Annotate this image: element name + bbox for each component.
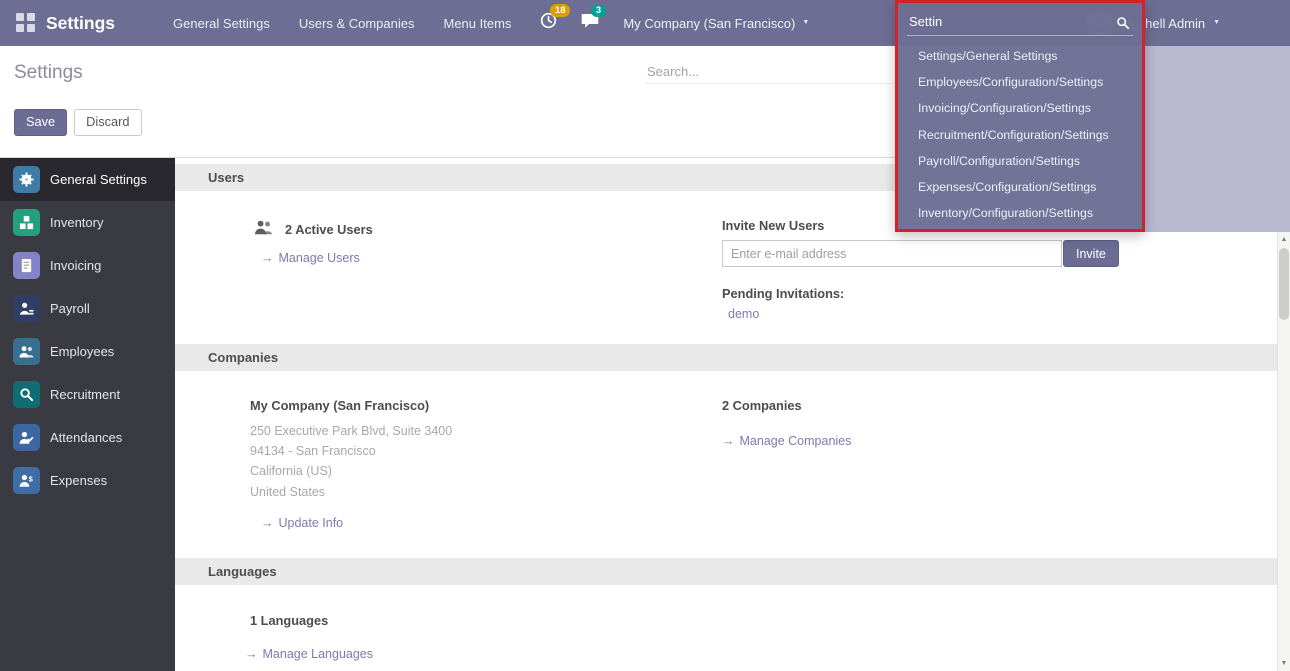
vertical-scrollbar[interactable]: ▲ ▼ [1277,232,1290,671]
save-button[interactable]: Save [14,109,67,136]
messages-badge: 3 [591,5,605,18]
sidebar-item-label: Attendances [50,430,122,445]
company-switcher-label: My Company (San Francisco) [623,16,795,31]
search-result-item[interactable]: Recruitment/Configuration/Settings [898,122,1142,148]
sidebar-item-label: Inventory [50,215,103,230]
sidebar-item-payroll[interactable]: Payroll [0,287,175,330]
arrow-right-icon: → [261,251,274,265]
pending-invitations-label: Pending Invitations: [722,286,844,301]
invite-email-input[interactable] [722,240,1062,267]
odoo-settings-screen: Settings General Settings Users & Compan… [0,0,1290,671]
chevron-down-icon: ▼ [1213,19,1220,26]
languages-count: 1 Languages [250,613,328,628]
manage-users-link[interactable]: →Manage Users [261,251,360,265]
menu-search-dropdown: Settings/General Settings Employees/Conf… [895,0,1145,232]
scrollbar-thumb[interactable] [1279,248,1289,320]
menu-search-input[interactable] [907,9,1133,36]
manage-companies-link[interactable]: →Manage Companies [722,434,851,448]
sidebar-item-label: Payroll [50,301,90,316]
address-line: United States [250,482,452,502]
update-info-link[interactable]: →Update Info [261,516,343,530]
section-header-languages: Languages [175,558,1277,585]
sidebar-item-general-settings[interactable]: General Settings [0,158,175,201]
menu-menu-items[interactable]: Menu Items [444,16,512,31]
address-line: 250 Executive Park Blvd, Suite 3400 [250,421,452,441]
discard-button[interactable]: Discard [74,109,141,136]
payroll-person-icon [13,295,40,322]
address-line: California (US) [250,461,452,481]
scroll-down-arrow-icon[interactable]: ▼ [1278,660,1290,667]
app-title[interactable]: Settings [46,13,115,34]
sidebar-item-recruitment[interactable]: Recruitment [0,373,175,416]
company-name: My Company (San Francisco) [250,398,429,413]
apps-grid-icon[interactable] [16,13,36,33]
invite-new-users-label: Invite New Users [722,218,824,233]
sidebar-item-label: Employees [50,344,114,359]
active-users-count: 2 Active Users [285,222,373,237]
search-icon [1116,16,1130,35]
dropdown-overlay-panel [1145,46,1290,232]
search-result-item[interactable]: Inventory/Configuration/Settings [898,200,1142,226]
scroll-up-arrow-icon[interactable]: ▲ [1278,236,1290,243]
chevron-down-icon: ▼ [802,19,809,26]
settings-sidebar: General Settings Inventory Invoicing Pay… [0,158,175,671]
search-result-item[interactable]: Payroll/Configuration/Settings [898,148,1142,174]
address-line: 94134 - San Francisco [250,441,452,461]
company-switcher[interactable]: My Company (San Francisco) ▼ [623,16,809,31]
menu-search-results: Settings/General Settings Employees/Conf… [898,43,1142,226]
sidebar-item-label: Recruitment [50,387,120,402]
gear-icon [13,166,40,193]
manage-languages-link[interactable]: →Manage Languages [245,647,373,661]
search-person-icon [13,381,40,408]
invite-button[interactable]: Invite [1063,240,1119,267]
messages-button[interactable]: 3 [581,13,599,34]
search-result-item[interactable]: Settings/General Settings [898,43,1142,69]
sidebar-item-expenses[interactable]: $ Expenses [0,459,175,502]
group-users-icon [253,218,274,241]
sidebar-item-invoicing[interactable]: Invoicing [0,244,175,287]
search-input[interactable] [645,60,893,84]
pending-invitation-user-link[interactable]: demo [728,307,759,321]
sidebar-item-label: Expenses [50,473,107,488]
activities-badge: 18 [550,4,570,17]
search-result-item[interactable]: Expenses/Configuration/Settings [898,174,1142,200]
sidebar-item-inventory[interactable]: Inventory [0,201,175,244]
sidebar-item-attendances[interactable]: Attendances [0,416,175,459]
sidebar-item-employees[interactable]: Employees [0,330,175,373]
settings-content: Users 2 Active Users →Manage Users Invit… [175,158,1277,671]
page-title: Settings [14,62,83,84]
menu-users-companies[interactable]: Users & Companies [299,16,415,31]
expense-person-icon: $ [13,467,40,494]
menu-general-settings[interactable]: General Settings [173,16,270,31]
section-header-companies: Companies [175,344,1277,371]
activities-button[interactable]: 18 [540,12,557,34]
invoice-document-icon [13,252,40,279]
sidebar-item-label: General Settings [50,172,147,187]
search-result-item[interactable]: Employees/Configuration/Settings [898,69,1142,95]
arrow-right-icon: → [245,647,258,661]
sidebar-item-label: Invoicing [50,258,101,273]
company-address: 250 Executive Park Blvd, Suite 3400 9413… [250,421,452,502]
boxes-icon [13,209,40,236]
arrow-right-icon: → [722,434,735,448]
svg-text:$: $ [29,474,34,483]
search-result-item[interactable]: Invoicing/Configuration/Settings [898,95,1142,121]
attendance-check-person-icon [13,424,40,451]
companies-count: 2 Companies [722,398,802,413]
arrow-right-icon: → [261,516,274,530]
people-icon [13,338,40,365]
